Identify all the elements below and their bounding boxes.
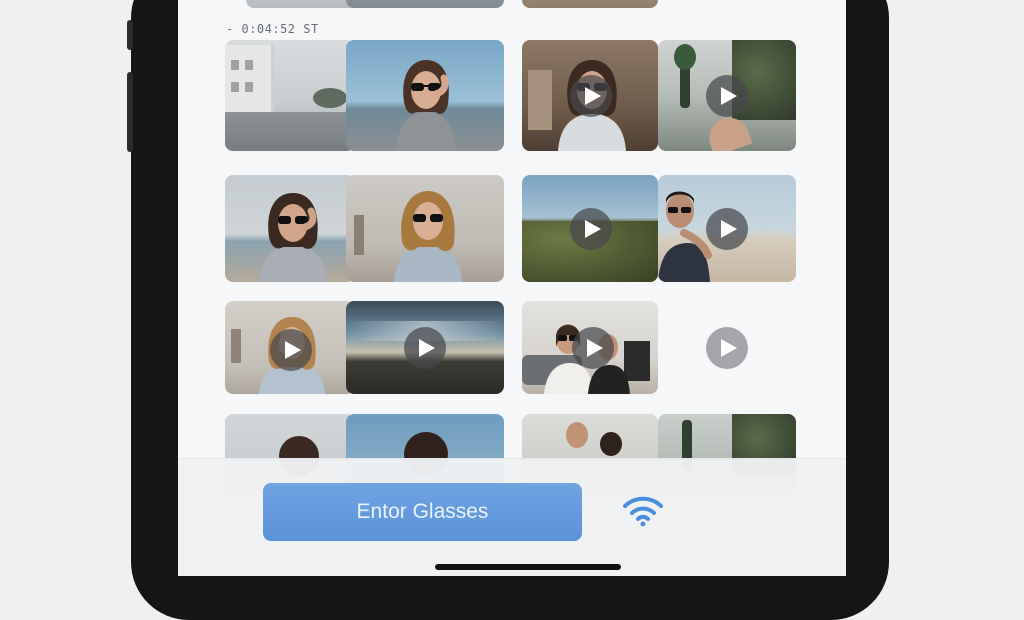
play-icon[interactable] [706, 327, 748, 369]
gallery-thumb-woman-studio[interactable] [346, 175, 504, 282]
play-icon[interactable] [706, 75, 748, 117]
bottom-action-bar: Entor Glasses [178, 458, 846, 576]
gallery-thumb-partial[interactable] [346, 0, 504, 8]
gallery-thumb-partial[interactable] [522, 0, 658, 8]
play-icon[interactable] [570, 208, 612, 250]
gallery-thumb-palm-street[interactable] [658, 40, 796, 151]
phone-screen: - 0:04:52 ST Entor Glasses [178, 0, 846, 576]
timestamp: - 0:04:52 ST [226, 22, 319, 36]
gallery-thumb-woman-beach[interactable] [346, 40, 504, 151]
gallery-thumb-coastal-cliff[interactable] [522, 175, 658, 282]
gallery-thumb-woman-room[interactable] [522, 40, 658, 151]
play-icon[interactable] [404, 327, 446, 369]
gallery-thumb-street[interactable] [225, 40, 355, 151]
home-indicator[interactable] [435, 564, 621, 570]
wifi-icon[interactable] [622, 495, 664, 527]
gallery-thumb-woman-studio-video[interactable] [225, 301, 355, 394]
play-icon[interactable] [572, 327, 614, 369]
play-icon[interactable] [270, 329, 312, 371]
person-woman-sunglasses [394, 191, 462, 282]
volume-button [127, 72, 133, 152]
silent-switch [127, 20, 133, 50]
gallery-thumb-sunset[interactable] [346, 301, 504, 394]
person-woman-sunglasses [259, 193, 327, 282]
person-woman-sunglasses [396, 60, 456, 151]
play-icon[interactable] [706, 208, 748, 250]
gallery-thumb-couple-room[interactable] [522, 301, 658, 394]
gallery-thumb-woman-sea[interactable] [225, 175, 355, 282]
play-icon[interactable] [570, 75, 612, 117]
enter-glasses-button[interactable]: Entor Glasses [263, 483, 582, 541]
gallery-thumb-man-beach[interactable] [658, 175, 796, 282]
